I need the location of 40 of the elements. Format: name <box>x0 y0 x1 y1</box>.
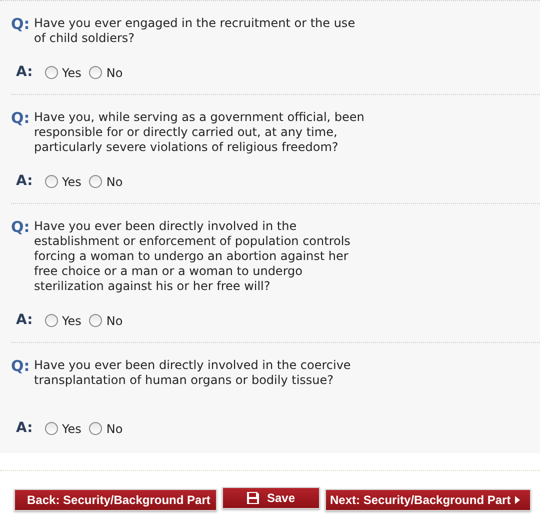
option-label: No <box>106 64 123 82</box>
radio-button[interactable] <box>45 175 58 188</box>
radio-option[interactable]: Yes <box>45 312 82 330</box>
back-button[interactable]: Back: Security/Background Part <box>14 489 217 511</box>
option-label: Yes <box>62 64 82 82</box>
answer-label: A: <box>15 311 34 330</box>
question-text: Have you ever been directly involved in the coercive transplantation of human organs or bodily tissue? <box>34 358 352 388</box>
radio-option[interactable]: Yes <box>45 64 82 82</box>
radio-option[interactable]: No <box>89 312 123 330</box>
caret-right-icon <box>514 496 520 504</box>
question-text: Have you, while serving as a government official, been responsible for or directly carried out, at any time, particularly severe violations of religious freedom? <box>34 110 366 155</box>
save-button[interactable]: Save <box>222 487 320 509</box>
question-label: Q: <box>11 110 31 127</box>
option-label: No <box>106 174 123 190</box>
next-button[interactable]: Next: Security/Background Part <box>325 489 531 511</box>
answer-label: A: <box>15 419 34 438</box>
radio-option[interactable]: No <box>89 420 123 438</box>
option-label: Yes <box>62 312 82 330</box>
radio-button[interactable] <box>89 422 102 435</box>
radio-option[interactable]: Yes <box>45 172 82 190</box>
question-label: Q: <box>11 16 31 33</box>
radio-button[interactable] <box>45 422 58 435</box>
option-label: No <box>106 420 123 438</box>
radio-button[interactable] <box>89 175 102 188</box>
question-label: Q: <box>11 358 31 375</box>
question-text: Have you ever engaged in the recruitment or the use of child soldiers? <box>34 16 356 46</box>
radio-button[interactable] <box>45 314 58 327</box>
radio-option[interactable]: No <box>89 64 123 82</box>
radio-button[interactable] <box>45 66 58 79</box>
radio-button[interactable] <box>89 66 102 79</box>
radio-option[interactable]: No <box>89 172 123 190</box>
answer-label: A: <box>15 172 34 191</box>
radio-button[interactable] <box>89 314 102 327</box>
answer-label: A: <box>15 63 34 82</box>
question-text: Have you ever been directly involved in the establishment or enforcement of population controls forcing a woman to undergo an abortion against her free choice or a man or a woman to undergo sterilization against his or her free will? <box>34 219 352 294</box>
radio-option[interactable]: Yes <box>45 420 82 438</box>
option-label: Yes <box>62 420 82 438</box>
option-label: No <box>106 312 123 330</box>
question-label: Q: <box>11 219 31 236</box>
option-label: Yes <box>62 174 82 190</box>
